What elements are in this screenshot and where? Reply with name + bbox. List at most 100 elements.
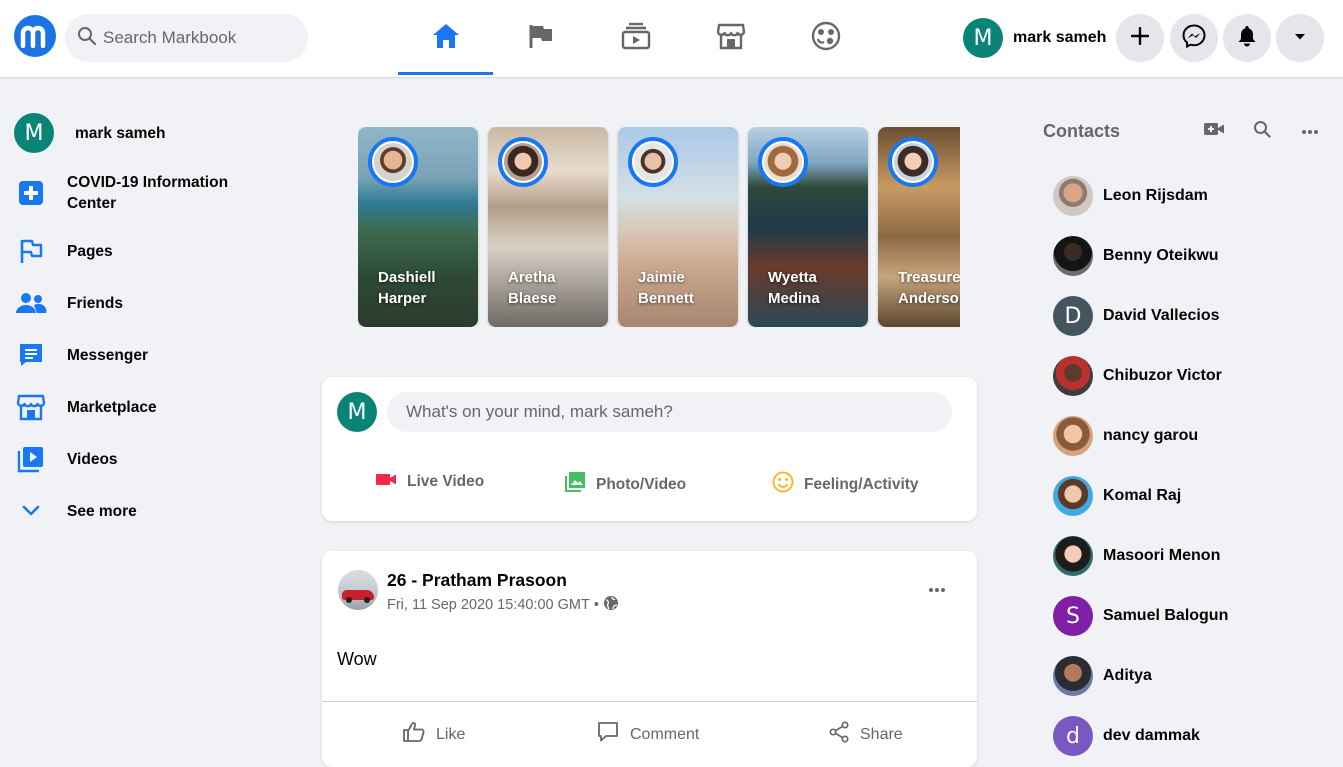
new-room-button[interactable] xyxy=(1202,120,1226,142)
home-icon xyxy=(431,22,461,55)
sidebar-item-covid[interactable]: COVID-19 Information Center xyxy=(14,172,242,214)
contact-item[interactable]: nancy garou xyxy=(1053,416,1198,456)
sidebar-item-see-more[interactable]: See more xyxy=(14,494,137,528)
tab-home[interactable] xyxy=(398,14,493,75)
story-card[interactable]: Aretha Blaese xyxy=(488,127,608,327)
avatar: M xyxy=(337,392,377,432)
like-button[interactable]: Like xyxy=(402,721,465,748)
markbook-logo[interactable] xyxy=(14,15,56,57)
feed-post: 26 - Pratham Prasoon Fri, 11 Sep 2020 15… xyxy=(322,551,977,767)
photo-icon xyxy=(564,471,586,498)
contact-item[interactable]: Chibuzor Victor xyxy=(1053,356,1222,396)
avatar xyxy=(1053,176,1093,216)
share-icon xyxy=(828,721,850,748)
contact-item[interactable]: Leon Rijsdam xyxy=(1053,176,1208,216)
story-card[interactable]: Jaimie Bennett xyxy=(618,127,738,327)
sidebar-profile-name: mark sameh xyxy=(75,124,166,142)
contacts-options-button[interactable] xyxy=(1298,120,1322,142)
story-name: Wyetta Medina xyxy=(768,269,820,307)
plus-square-icon xyxy=(14,176,48,210)
sidebar-item-marketplace[interactable]: Marketplace xyxy=(14,390,157,424)
contact-item[interactable]: Aditya xyxy=(1053,656,1152,696)
sidebar-item-friends[interactable]: Friends xyxy=(14,286,123,320)
avatar xyxy=(1053,356,1093,396)
post-author-avatar[interactable] xyxy=(338,570,378,610)
avatar xyxy=(1053,656,1093,696)
tab-watch[interactable] xyxy=(588,14,683,62)
post-options-button[interactable] xyxy=(922,577,952,601)
avatar xyxy=(368,137,418,187)
sidebar-profile[interactable]: M mark sameh xyxy=(14,113,165,153)
status-input[interactable]: What's on your mind, mark sameh? xyxy=(387,392,952,432)
gaming-face-icon xyxy=(811,21,841,56)
tab-groups[interactable] xyxy=(778,14,873,62)
bell-icon xyxy=(1237,25,1257,52)
sidebar-item-label: Marketplace xyxy=(67,398,157,416)
notifications-button[interactable] xyxy=(1223,14,1271,62)
sidebar-item-videos[interactable]: Videos xyxy=(14,442,118,476)
post-text: Wow xyxy=(337,649,377,669)
messenger-icon xyxy=(1182,23,1206,53)
search-contacts-button[interactable] xyxy=(1250,120,1274,142)
sidebar-item-label: Pages xyxy=(67,242,113,260)
contact-item[interactable]: d dev dammak xyxy=(1053,716,1200,756)
post-timestamp[interactable]: Fri, 11 Sep 2020 15:40:00 GMT xyxy=(387,597,590,613)
globe-icon xyxy=(603,595,619,615)
sidebar-item-pages[interactable]: Pages xyxy=(14,234,113,268)
contact-item[interactable]: Komal Raj xyxy=(1053,476,1181,516)
search-box[interactable] xyxy=(65,14,308,62)
comment-icon xyxy=(596,721,620,748)
flag-icon xyxy=(14,234,48,268)
live-video-icon xyxy=(375,471,397,492)
messenger-button[interactable] xyxy=(1170,14,1218,62)
avatar xyxy=(628,137,678,187)
share-button[interactable]: Share xyxy=(828,721,903,748)
tab-pages[interactable] xyxy=(493,14,588,62)
feeling-activity-button[interactable]: Feeling/Activity xyxy=(772,471,919,498)
video-camera-plus-icon xyxy=(1203,121,1225,142)
comment-button[interactable]: Comment xyxy=(596,721,699,748)
avatar xyxy=(888,137,938,187)
contact-item[interactable]: D David Vallecios xyxy=(1053,296,1220,336)
create-button[interactable] xyxy=(1116,14,1164,62)
avatar xyxy=(1053,416,1093,456)
post-meta: Fri, 11 Sep 2020 15:40:00 GMT • xyxy=(387,595,619,615)
photo-video-button[interactable]: Photo/Video xyxy=(564,471,686,498)
flag-icon xyxy=(527,22,555,55)
search-input[interactable] xyxy=(103,28,293,48)
stories-reel: Dashiell Harper Aretha Blaese Jaimie Bennet… xyxy=(358,127,960,327)
account-menu-button[interactable] xyxy=(1276,14,1324,62)
header-user-name: mark sameh xyxy=(1013,29,1107,46)
storefront-icon xyxy=(14,390,48,424)
search-icon xyxy=(1253,120,1271,143)
chevron-down-icon xyxy=(14,494,48,528)
post-author-name[interactable]: 26 - Pratham Prasoon xyxy=(387,570,567,591)
avatar xyxy=(498,137,548,187)
smiley-icon xyxy=(772,471,794,498)
story-card[interactable]: Dashiell Harper xyxy=(358,127,478,327)
sidebar-item-label: Messenger xyxy=(67,346,148,364)
story-name: Jaimie Bennett xyxy=(638,269,694,307)
sidebar-item-label: Videos xyxy=(67,450,118,468)
search-icon xyxy=(77,26,97,51)
top-navigation-bar: M mark sameh xyxy=(0,0,1343,77)
contacts-title: Contacts xyxy=(1043,121,1121,141)
plus-icon xyxy=(1130,26,1150,50)
sidebar-item-messenger[interactable]: Messenger xyxy=(14,338,148,372)
story-card[interactable]: Wyetta Medina xyxy=(748,127,868,327)
thumbs-up-icon xyxy=(402,721,426,748)
tab-marketplace[interactable] xyxy=(683,14,778,62)
contact-item[interactable]: Masoori Menon xyxy=(1053,536,1220,576)
story-name: Aretha Blaese xyxy=(508,269,557,307)
contact-item[interactable]: S Samuel Balogun xyxy=(1053,596,1228,636)
live-video-button[interactable]: Live Video xyxy=(375,471,484,492)
contact-item[interactable]: Benny Oteikwu xyxy=(1053,236,1219,276)
avatar: M xyxy=(963,18,1003,58)
header-profile-link[interactable]: M mark sameh xyxy=(963,18,1106,58)
sidebar-item-label: See more xyxy=(67,502,137,520)
story-card[interactable]: TreasureAnderson xyxy=(878,127,960,327)
people-icon xyxy=(14,286,48,320)
chat-icon xyxy=(14,338,48,372)
sidebar-item-label: Friends xyxy=(67,294,123,312)
more-horizontal-icon xyxy=(1301,122,1319,140)
